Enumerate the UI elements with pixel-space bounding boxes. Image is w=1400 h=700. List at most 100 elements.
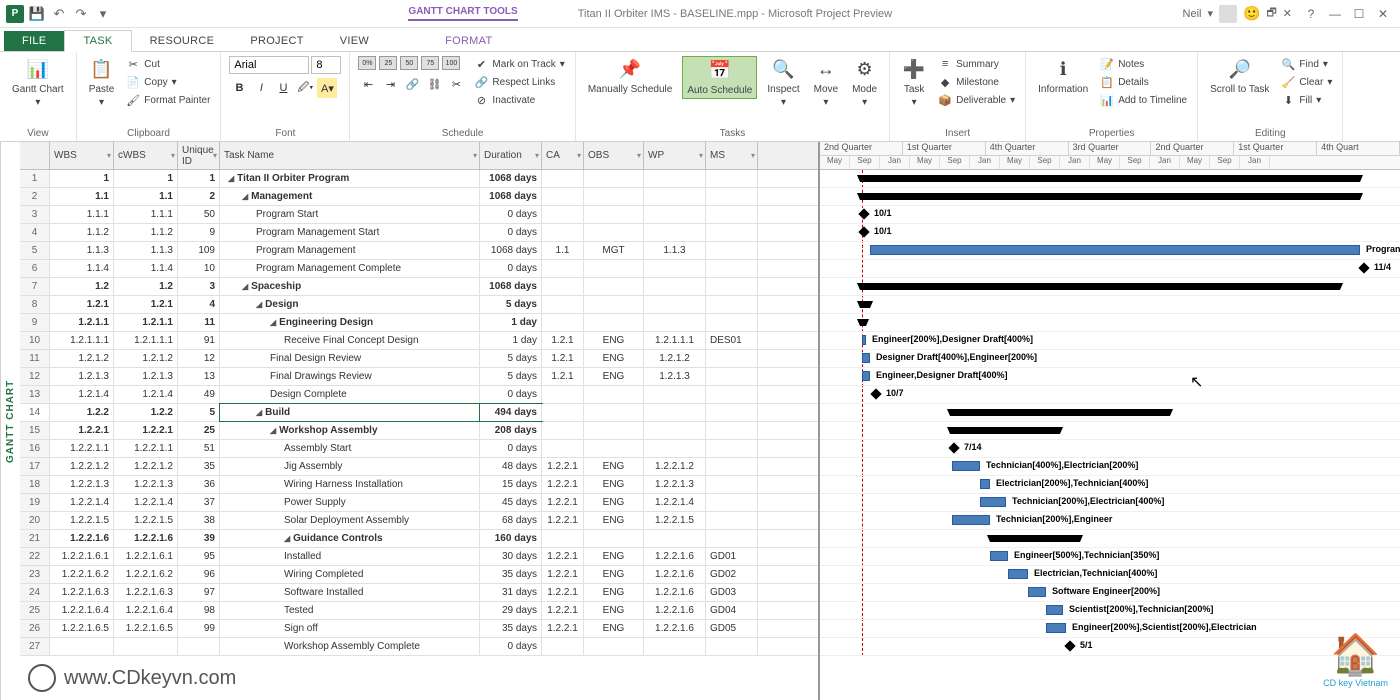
close-icon[interactable]: ✕ — [1372, 5, 1394, 23]
gantt-row[interactable]: Engineer[500%],Technician[350%] — [820, 548, 1400, 566]
manually-schedule-button[interactable]: 📌Manually Schedule — [584, 56, 677, 97]
italic-button[interactable]: I — [251, 78, 271, 98]
task-bar[interactable] — [990, 551, 1008, 561]
font-color-button[interactable]: 🖉▾ — [295, 78, 315, 98]
table-row[interactable]: 251.2.2.1.6.41.2.2.1.6.498Tested29 days1… — [20, 602, 818, 620]
tab-project[interactable]: PROJECT — [232, 31, 321, 51]
gantt-row[interactable]: 11/4 — [820, 260, 1400, 278]
project-app-icon[interactable]: P — [6, 5, 24, 23]
task-bar[interactable] — [862, 335, 866, 345]
outdent-button[interactable]: ⇤ — [358, 74, 378, 94]
gantt-row[interactable]: Engineer[200%],Designer Draft[400%] — [820, 332, 1400, 350]
table-row[interactable]: 201.2.2.1.51.2.2.1.538Solar Deployment A… — [20, 512, 818, 530]
milestone-diamond[interactable] — [858, 208, 869, 219]
gantt-row[interactable] — [820, 422, 1400, 440]
gantt-row[interactable]: 10/1 — [820, 224, 1400, 242]
col-obs[interactable]: OBS▾ — [584, 142, 644, 169]
minimize-icon[interactable]: — — [1324, 5, 1346, 23]
milestone-button[interactable]: ◆Milestone — [936, 74, 1017, 90]
gantt-row[interactable]: Engineer[200%],Scientist[200%],Electrici… — [820, 620, 1400, 638]
task-bar[interactable] — [1046, 623, 1066, 633]
milestone-diamond[interactable] — [1064, 640, 1075, 651]
format-painter-button[interactable]: 🖌Format Painter — [124, 92, 212, 108]
grid-body[interactable]: 1111◢Titan II Orbiter Program1068 days 21… — [20, 170, 818, 656]
table-row[interactable]: 211.2.2.1.61.2.2.1.639◢Guidance Controls… — [20, 530, 818, 548]
summary-bar[interactable] — [950, 427, 1060, 434]
gantt-row[interactable]: Electrician[200%],Technician[400%] — [820, 476, 1400, 494]
notes-button[interactable]: 📝Notes — [1098, 56, 1189, 72]
table-row[interactable]: 91.2.1.11.2.1.111◢Engineering Design1 da… — [20, 314, 818, 332]
qat-dropdown-icon[interactable]: ▾ — [94, 5, 112, 23]
inactivate-button[interactable]: ⊘Inactivate — [472, 92, 566, 108]
table-row[interactable]: 241.2.2.1.6.31.2.2.1.6.397Software Insta… — [20, 584, 818, 602]
gantt-row[interactable]: Progran — [820, 242, 1400, 260]
font-name-input[interactable] — [229, 56, 309, 74]
progress-icons[interactable]: 0%255075100 — [358, 56, 466, 70]
table-row[interactable]: 141.2.21.2.25◢Build494 days — [20, 404, 818, 422]
font-size-input[interactable] — [311, 56, 341, 74]
task-bar[interactable] — [980, 497, 1006, 507]
gantt-row[interactable]: Technician[200%],Electrician[400%] — [820, 494, 1400, 512]
task-bar[interactable] — [1008, 569, 1028, 579]
help-icon[interactable]: ? — [1300, 5, 1322, 23]
table-row[interactable]: 261.2.2.1.6.51.2.2.1.6.599Sign off35 day… — [20, 620, 818, 638]
tab-task[interactable]: TASK — [64, 30, 131, 52]
col-task-name[interactable]: Task Name▾ — [220, 142, 480, 169]
task-bar[interactable] — [862, 371, 870, 381]
gantt-row[interactable] — [820, 296, 1400, 314]
gantt-row[interactable]: Designer Draft[400%],Engineer[200%] — [820, 350, 1400, 368]
tab-view[interactable]: VIEW — [322, 31, 387, 51]
table-row[interactable]: 1111◢Titan II Orbiter Program1068 days — [20, 170, 818, 188]
table-row[interactable]: 61.1.41.1.410Program Management Complete… — [20, 260, 818, 278]
tab-file[interactable]: FILE — [4, 31, 64, 51]
col-row-header[interactable] — [20, 142, 50, 169]
table-row[interactable]: 171.2.2.1.21.2.2.1.235Jig Assembly48 day… — [20, 458, 818, 476]
mark-on-track-button[interactable]: ✔Mark on Track ▾ — [472, 56, 566, 72]
move-button[interactable]: ↔Move▾ — [810, 56, 842, 110]
table-row[interactable]: 51.1.31.1.3109Program Management1068 day… — [20, 242, 818, 260]
summary-bar[interactable] — [990, 535, 1080, 542]
gantt-row[interactable] — [820, 530, 1400, 548]
gantt-row[interactable]: 10/1 — [820, 206, 1400, 224]
gantt-chart-button[interactable]: 📊Gantt Chart▾ — [8, 56, 68, 110]
summary-bar[interactable] — [860, 175, 1360, 182]
details-button[interactable]: 📋Details — [1098, 74, 1189, 90]
redo-icon[interactable]: ↷ — [72, 5, 90, 23]
col-duration[interactable]: Duration▾ — [480, 142, 542, 169]
milestone-diamond[interactable] — [858, 226, 869, 237]
table-row[interactable]: 221.2.2.1.6.11.2.2.1.6.195Installed30 da… — [20, 548, 818, 566]
link-button[interactable]: 🔗 — [402, 74, 422, 94]
summary-bar[interactable] — [860, 283, 1340, 290]
gantt-row[interactable] — [820, 278, 1400, 296]
emoji-icon[interactable]: 🙂 — [1243, 5, 1260, 22]
summary-bar[interactable] — [860, 301, 870, 308]
timeline-button[interactable]: 📊Add to Timeline — [1098, 92, 1189, 108]
summary-button[interactable]: ≡Summary — [936, 56, 1017, 72]
respect-links-button[interactable]: 🔗Respect Links — [472, 74, 566, 90]
col-wp[interactable]: WP▾ — [644, 142, 706, 169]
table-row[interactable]: 161.2.2.1.11.2.2.1.151Assembly Start0 da… — [20, 440, 818, 458]
table-row[interactable]: 121.2.1.31.2.1.313Final Drawings Review5… — [20, 368, 818, 386]
task-bar[interactable] — [1046, 605, 1063, 615]
information-button[interactable]: ℹInformation — [1034, 56, 1092, 97]
auto-schedule-button[interactable]: 📅Auto Schedule — [682, 56, 757, 99]
col-wbs[interactable]: WBS▾ — [50, 142, 114, 169]
fill-button[interactable]: ⬇Fill ▾ — [1279, 92, 1334, 108]
task-bar[interactable] — [980, 479, 990, 489]
gantt-row[interactable] — [820, 404, 1400, 422]
col-ms[interactable]: MS▾ — [706, 142, 758, 169]
col-ca[interactable]: CA▾ — [542, 142, 584, 169]
task-bar[interactable] — [870, 245, 1360, 255]
maximize-icon[interactable]: ☐ — [1348, 5, 1370, 23]
scroll-to-task-button[interactable]: 🔎Scroll to Task — [1206, 56, 1273, 97]
table-row[interactable]: 81.2.11.2.14◢Design5 days — [20, 296, 818, 314]
summary-bar[interactable] — [950, 409, 1170, 416]
copy-button[interactable]: 📄Copy ▾ — [124, 74, 212, 90]
table-row[interactable]: 151.2.2.11.2.2.125◢Workshop Assembly208 … — [20, 422, 818, 440]
gantt-row[interactable]: Engineer,Designer Draft[400%] — [820, 368, 1400, 386]
table-row[interactable]: 41.1.21.1.29Program Management Start0 da… — [20, 224, 818, 242]
summary-bar[interactable] — [860, 319, 866, 326]
underline-button[interactable]: U — [273, 78, 293, 98]
table-row[interactable]: 191.2.2.1.41.2.2.1.437Power Supply45 day… — [20, 494, 818, 512]
gantt-body[interactable]: 10/110/1Progran11/4Engineer[200%],Design… — [820, 170, 1400, 656]
